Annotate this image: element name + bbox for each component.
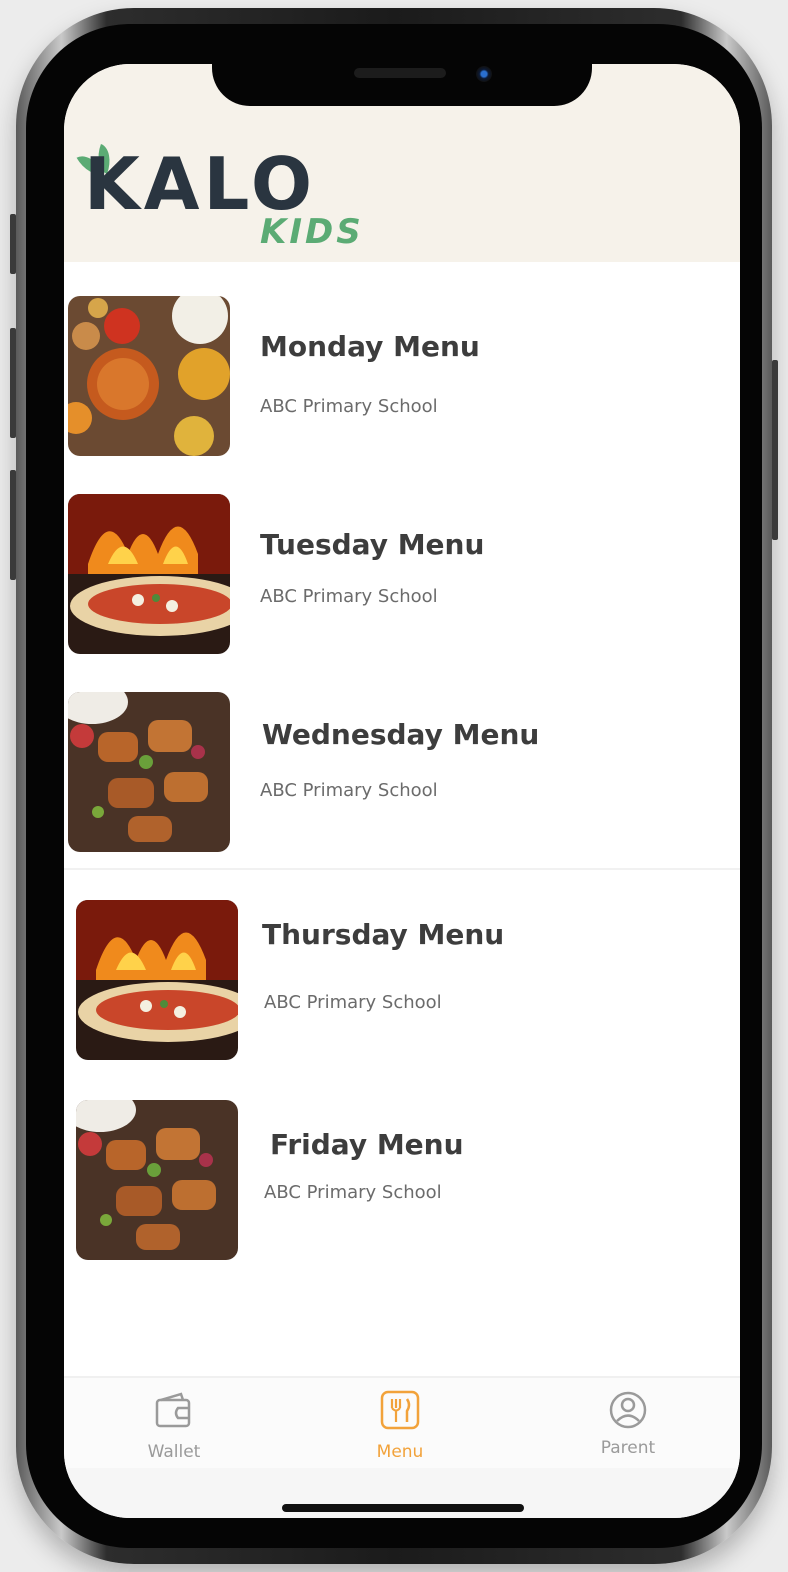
kalo-kids-logo: KALO KIDS — [76, 144, 366, 254]
school-name: ABC Primary School — [264, 992, 442, 1013]
food-image-pizza — [76, 900, 238, 1060]
menu-title: Monday Menu — [260, 330, 480, 363]
menu-title: Wednesday Menu — [262, 718, 540, 751]
volume-down-button — [10, 470, 16, 580]
user-circle-icon — [609, 1391, 647, 1429]
menu-item-monday[interactable]: Monday Menu ABC Primary School — [64, 262, 740, 464]
tab-label: Menu — [376, 1442, 424, 1462]
food-image-pizza — [68, 494, 230, 654]
tab-label: Wallet — [147, 1442, 201, 1462]
device-mockup: KALO KIDS Monday Menu ABC Primary School… — [0, 0, 788, 1572]
tab-wallet[interactable]: Wallet — [114, 1384, 234, 1468]
menu-item-wednesday[interactable]: Wednesday Menu ABC Primary School — [64, 662, 740, 870]
silent-switch — [10, 214, 16, 274]
speaker-grille — [354, 68, 446, 78]
tab-menu[interactable]: Menu — [340, 1384, 460, 1468]
menu-item-thursday[interactable]: Thursday Menu ABC Primary School — [64, 870, 740, 1072]
food-image-kebabs — [76, 1100, 238, 1260]
menu-utensils-icon — [380, 1390, 420, 1430]
tab-parent[interactable]: Parent — [568, 1384, 688, 1468]
school-name: ABC Primary School — [260, 780, 438, 801]
menu-item-friday[interactable]: Friday Menu ABC Primary School — [64, 1070, 740, 1270]
food-image-kebabs — [68, 692, 230, 852]
front-camera — [476, 66, 492, 82]
menu-title: Thursday Menu — [262, 918, 505, 951]
app-screen: KALO KIDS Monday Menu ABC Primary School… — [64, 64, 740, 1518]
volume-up-button — [10, 328, 16, 438]
tab-label: Parent — [600, 1438, 656, 1458]
notch — [212, 64, 592, 106]
wallet-icon — [155, 1392, 191, 1428]
menu-title: Friday Menu — [270, 1128, 464, 1161]
school-name: ABC Primary School — [260, 586, 438, 607]
food-image-curry — [68, 296, 230, 456]
school-name: ABC Primary School — [260, 396, 438, 417]
power-button — [772, 360, 778, 540]
home-indicator[interactable] — [282, 1504, 524, 1512]
menu-title: Tuesday Menu — [260, 528, 485, 561]
bottom-tab-bar: Wallet Menu Parent — [64, 1376, 740, 1470]
menu-item-tuesday[interactable]: Tuesday Menu ABC Primary School — [64, 462, 740, 664]
school-name: ABC Primary School — [264, 1182, 442, 1203]
logo-subtitle: KIDS — [260, 212, 364, 252]
